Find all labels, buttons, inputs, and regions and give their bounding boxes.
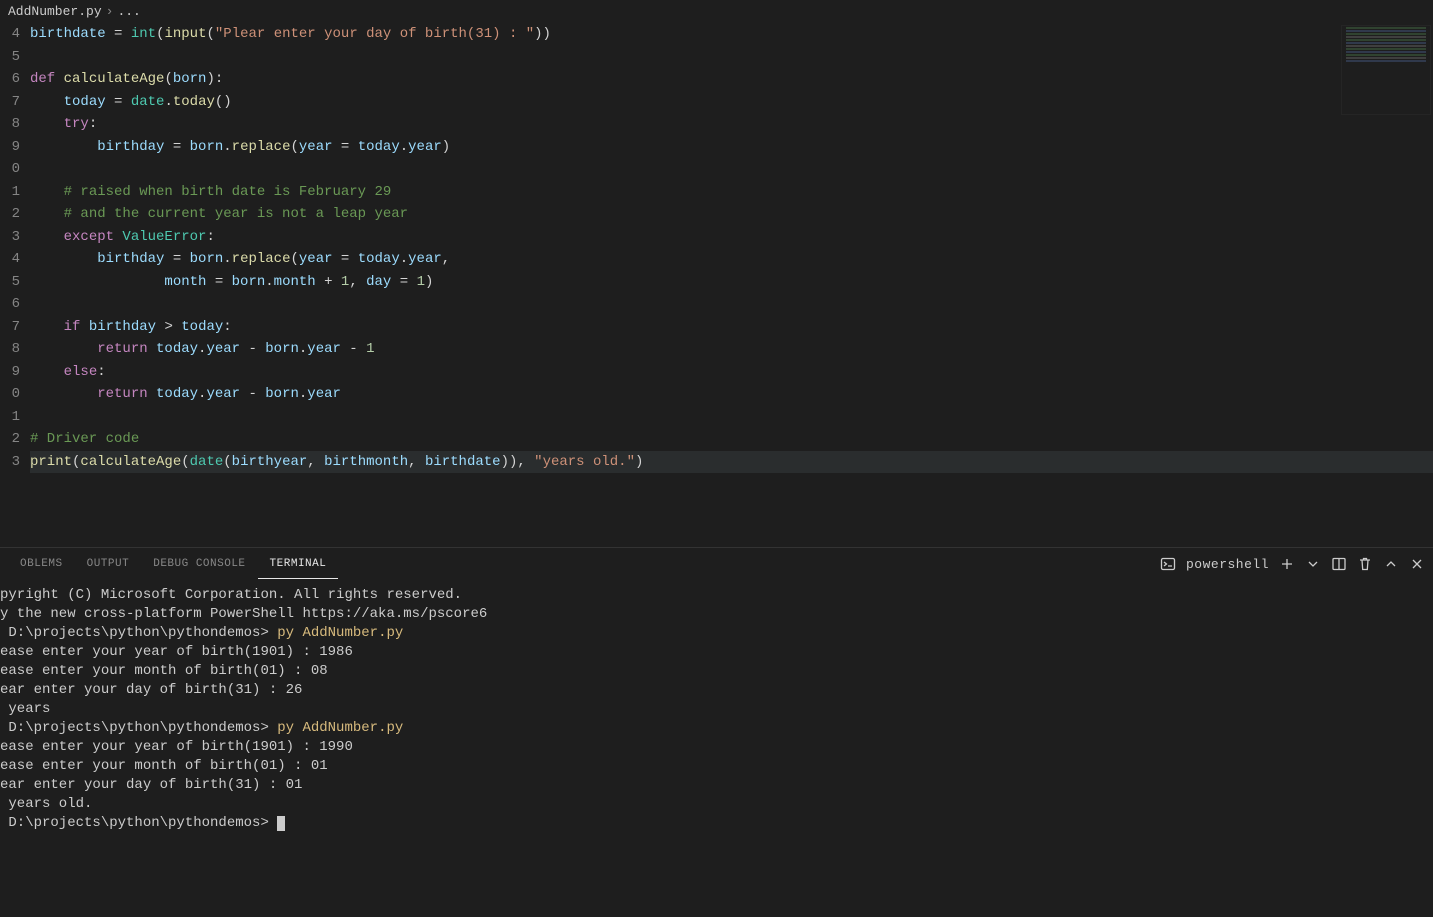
line-number: 4: [0, 23, 20, 46]
line-number: 8: [0, 338, 20, 361]
code-line[interactable]: [30, 293, 1433, 316]
line-number: 3: [0, 451, 20, 474]
terminal-shell-icon[interactable]: [1160, 556, 1176, 572]
line-number: 3: [0, 226, 20, 249]
terminal-dropdown-icon[interactable]: [1305, 556, 1321, 572]
code-line[interactable]: # Driver code: [30, 428, 1433, 451]
terminal-line: ease enter your month of birth(01) : 08: [0, 662, 1433, 681]
terminal-line: pyright (C) Microsoft Corporation. All r…: [0, 586, 1433, 605]
breadcrumb-crumb[interactable]: ...: [117, 4, 140, 19]
kill-terminal-icon[interactable]: [1357, 556, 1373, 572]
terminal-cursor: [277, 816, 285, 831]
code-line[interactable]: birthdate = int(input("Plear enter your …: [30, 23, 1433, 46]
line-number: 9: [0, 136, 20, 159]
code-line[interactable]: birthday = born.replace(year = today.yea…: [30, 248, 1433, 271]
line-number: 5: [0, 46, 20, 69]
code-line[interactable]: if birthday > today:: [30, 316, 1433, 339]
line-number: 2: [0, 203, 20, 226]
terminal-shell-label[interactable]: powershell: [1186, 557, 1269, 572]
terminal-line: ease enter your year of birth(1901) : 19…: [0, 643, 1433, 662]
terminal-output[interactable]: pyright (C) Microsoft Corporation. All r…: [0, 580, 1433, 917]
terminal-line: D:\projects\python\pythondemos>: [0, 814, 1433, 833]
line-number: 7: [0, 316, 20, 339]
terminal-line: ease enter your month of birth(01) : 01: [0, 757, 1433, 776]
bottom-panel: OBLEMSOUTPUTDEBUG CONSOLETERMINAL powers…: [0, 547, 1433, 917]
close-panel-icon[interactable]: [1409, 556, 1425, 572]
breadcrumb-file[interactable]: AddNumber.py: [8, 4, 102, 19]
panel-tab-debug-console[interactable]: DEBUG CONSOLE: [141, 550, 257, 578]
line-number: 5: [0, 271, 20, 294]
terminal-line: years: [0, 700, 1433, 719]
line-number: 7: [0, 91, 20, 114]
terminal-line: ear enter your day of birth(31) : 01: [0, 776, 1433, 795]
code-line[interactable]: [30, 46, 1433, 69]
line-number: 6: [0, 68, 20, 91]
editor-area[interactable]: 45678901234567890123 birthdate = int(inp…: [0, 23, 1433, 547]
line-number: 9: [0, 361, 20, 384]
code-line[interactable]: try:: [30, 113, 1433, 136]
code-line[interactable]: except ValueError:: [30, 226, 1433, 249]
code-line[interactable]: [30, 406, 1433, 429]
code-line[interactable]: return today.year - born.year - 1: [30, 338, 1433, 361]
line-number: 1: [0, 406, 20, 429]
code-line[interactable]: today = date.today(): [30, 91, 1433, 114]
terminal-line: D:\projects\python\pythondemos> py AddNu…: [0, 719, 1433, 738]
code-line[interactable]: def calculateAge(born):: [30, 68, 1433, 91]
line-number: 4: [0, 248, 20, 271]
code-line[interactable]: month = born.month + 1, day = 1): [30, 271, 1433, 294]
code-editor[interactable]: birthdate = int(input("Plear enter your …: [30, 23, 1433, 547]
split-terminal-icon[interactable]: [1331, 556, 1347, 572]
code-line[interactable]: return today.year - born.year: [30, 383, 1433, 406]
terminal-line: years old.: [0, 795, 1433, 814]
line-number-gutter: 45678901234567890123: [0, 23, 30, 547]
new-terminal-icon[interactable]: [1279, 556, 1295, 572]
line-number: 0: [0, 158, 20, 181]
code-line[interactable]: print(calculateAge(date(birthyear, birth…: [30, 451, 1433, 474]
panel-tabs: OBLEMSOUTPUTDEBUG CONSOLETERMINAL powers…: [0, 548, 1433, 580]
panel-tab-output[interactable]: OUTPUT: [75, 550, 142, 578]
panel-tab-terminal[interactable]: TERMINAL: [258, 550, 339, 579]
code-line[interactable]: else:: [30, 361, 1433, 384]
terminal-line: y the new cross-platform PowerShell http…: [0, 605, 1433, 624]
code-line[interactable]: [30, 158, 1433, 181]
code-line[interactable]: # raised when birth date is February 29: [30, 181, 1433, 204]
line-number: 6: [0, 293, 20, 316]
line-number: 2: [0, 428, 20, 451]
minimap[interactable]: [1341, 25, 1431, 115]
breadcrumb-separator: ›: [106, 4, 114, 19]
code-line[interactable]: # and the current year is not a leap yea…: [30, 203, 1433, 226]
panel-actions: powershell: [1160, 556, 1425, 572]
line-number: 0: [0, 383, 20, 406]
terminal-line: ease enter your year of birth(1901) : 19…: [0, 738, 1433, 757]
code-line[interactable]: birthday = born.replace(year = today.yea…: [30, 136, 1433, 159]
maximize-panel-icon[interactable]: [1383, 556, 1399, 572]
line-number: 8: [0, 113, 20, 136]
breadcrumb[interactable]: AddNumber.py › ...: [0, 0, 1433, 23]
terminal-line: ear enter your day of birth(31) : 26: [0, 681, 1433, 700]
line-number: 1: [0, 181, 20, 204]
panel-tab-oblems[interactable]: OBLEMS: [8, 550, 75, 578]
terminal-line: D:\projects\python\pythondemos> py AddNu…: [0, 624, 1433, 643]
